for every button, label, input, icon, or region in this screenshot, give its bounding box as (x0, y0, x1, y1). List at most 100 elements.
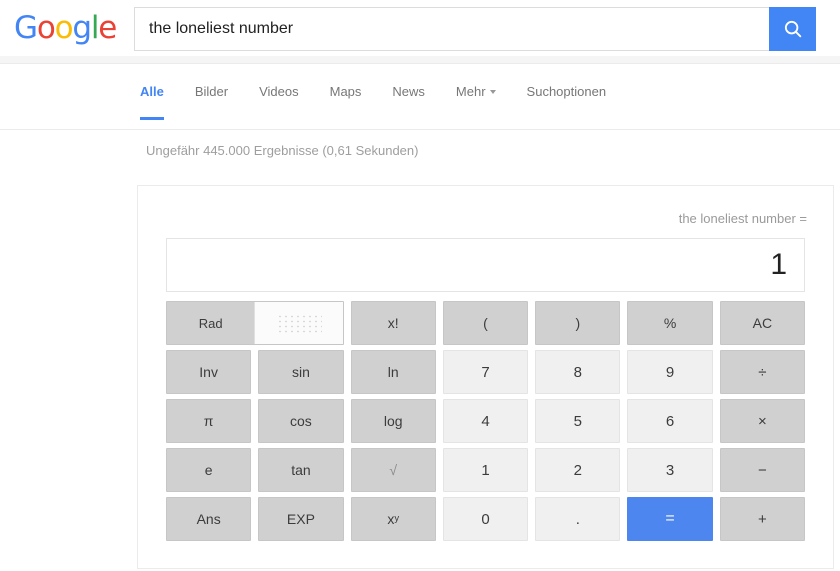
tab-maps-label: Maps (329, 84, 362, 99)
key-open-paren-label: ( (483, 315, 488, 331)
key-answer-label: Ans (196, 511, 221, 527)
key-digit-6[interactable]: 6 (627, 399, 713, 443)
search-input-container[interactable] (134, 7, 769, 51)
key-inverse[interactable]: Inv (166, 350, 252, 394)
calculator-display-value: 1 (770, 248, 787, 281)
key-plus-label: + (757, 510, 767, 528)
key-sin-label: sin (291, 364, 310, 380)
tab-suchoptionen[interactable]: Suchoptionen (527, 84, 607, 120)
key-percent[interactable]: % (627, 301, 713, 345)
key-digit-7[interactable]: 7 (442, 350, 529, 394)
tab-videos[interactable]: Videos (259, 84, 299, 120)
tab-mehr-label: Mehr (455, 84, 486, 99)
search-input[interactable] (135, 8, 769, 50)
search-nav: Alle Bilder Videos Maps News Mehr Suchop… (0, 64, 840, 130)
key-divide-label: ÷ (758, 363, 767, 381)
key-square-root[interactable]: √ (350, 448, 436, 492)
key-divide[interactable]: ÷ (719, 350, 805, 394)
key-pi[interactable]: π (166, 399, 252, 443)
tab-news[interactable]: News (392, 84, 425, 120)
key-close-paren-label: ) (575, 315, 581, 331)
key-percent-label: % (663, 315, 677, 331)
calculator-keypad: Rad x! ( ) % AC Inv sin ln 7 8 9 ÷ π cos… (166, 301, 805, 541)
chevron-down-icon (489, 89, 496, 94)
key-power-base: x (387, 511, 395, 527)
key-digit-1-label: 1 (481, 461, 490, 479)
dot-grid-icon (275, 313, 322, 333)
calculator-card: the loneliest number = 1 Rad x! ( ) % AC… (137, 185, 834, 569)
tab-suchoptionen-label: Suchoptionen (526, 84, 607, 99)
logo-letter-g: g (72, 10, 92, 46)
key-sin[interactable]: sin (258, 350, 344, 394)
tab-mehr[interactable]: Mehr (456, 84, 496, 120)
logo-letter-G: G (14, 10, 38, 46)
key-minus-label: − (757, 461, 767, 479)
key-digit-9-label: 9 (665, 363, 675, 381)
key-digit-5[interactable]: 5 (535, 399, 621, 443)
key-ln-label: ln (387, 364, 399, 380)
search-button[interactable] (769, 7, 816, 51)
key-digit-5-label: 5 (573, 412, 582, 430)
key-digit-0[interactable]: 0 (442, 497, 529, 541)
logo-letter-e: e (98, 10, 117, 46)
key-decimal-point[interactable]: . (535, 497, 621, 541)
key-exponent[interactable]: EXP (258, 497, 344, 541)
rad-mode-button[interactable]: Rad (167, 302, 255, 344)
key-ln[interactable]: ln (350, 350, 436, 394)
key-digit-8-label: 8 (573, 363, 582, 381)
page-header: Google (0, 0, 840, 56)
tab-maps[interactable]: Maps (330, 84, 362, 120)
key-all-clear-label: AC (752, 315, 773, 331)
key-multiply-label: × (757, 412, 767, 430)
key-digit-9[interactable]: 9 (627, 350, 713, 394)
key-digit-7-label: 7 (481, 363, 490, 381)
tab-bilder[interactable]: Bilder (195, 84, 228, 120)
key-answer[interactable]: Ans (166, 497, 252, 541)
key-plus[interactable]: + (719, 497, 805, 541)
key-factorial-label: x! (387, 315, 399, 331)
key-euler[interactable]: e (166, 448, 252, 492)
key-digit-1[interactable]: 1 (442, 448, 529, 492)
rad-mode-label: Rad (198, 315, 223, 331)
key-digit-0-label: 0 (481, 510, 490, 528)
search-bar (134, 7, 816, 51)
key-euler-label: e (204, 462, 213, 478)
key-digit-4-label: 4 (481, 412, 490, 430)
key-equals[interactable]: = (627, 497, 713, 541)
key-tan-label: tan (291, 462, 311, 478)
key-power[interactable]: xy (350, 497, 436, 541)
key-decimal-point-label: . (575, 510, 580, 528)
key-digit-8[interactable]: 8 (535, 350, 621, 394)
key-digit-3-label: 3 (665, 461, 675, 479)
key-digit-3[interactable]: 3 (627, 448, 713, 492)
key-minus[interactable]: − (719, 448, 805, 492)
key-pi-label: π (203, 413, 214, 429)
key-close-paren[interactable]: ) (535, 301, 621, 345)
key-digit-6-label: 6 (665, 412, 675, 430)
key-digit-4[interactable]: 4 (442, 399, 529, 443)
key-cos[interactable]: cos (258, 399, 344, 443)
tab-alle-label: Alle (140, 84, 164, 99)
tab-alle[interactable]: Alle (140, 84, 164, 120)
key-multiply[interactable]: × (719, 399, 805, 443)
deg-mode-button[interactable] (254, 302, 343, 344)
angle-mode-toggle: Rad (166, 301, 344, 345)
key-digit-2-label: 2 (573, 461, 582, 479)
google-logo[interactable]: Google (14, 10, 117, 46)
calculator-query-echo: the loneliest number = (678, 211, 807, 226)
nav-items: Alle Bilder Videos Maps News Mehr Suchop… (140, 84, 637, 120)
key-tan[interactable]: tan (258, 448, 344, 492)
key-log[interactable]: log (350, 399, 436, 443)
key-all-clear[interactable]: AC (719, 301, 805, 345)
key-square-root-label: √ (389, 462, 398, 478)
tab-videos-label: Videos (259, 84, 299, 99)
key-equals-label: = (665, 510, 675, 527)
result-stats: Ungefähr 445.000 Ergebnisse (0,61 Sekund… (146, 143, 419, 158)
tab-news-label: News (392, 84, 425, 99)
calculator-display[interactable]: 1 (166, 238, 805, 292)
key-digit-2[interactable]: 2 (535, 448, 621, 492)
key-cos-label: cos (290, 413, 312, 429)
key-factorial[interactable]: x! (350, 301, 436, 345)
key-open-paren[interactable]: ( (442, 301, 529, 345)
logo-letter-o1: o (36, 10, 56, 46)
